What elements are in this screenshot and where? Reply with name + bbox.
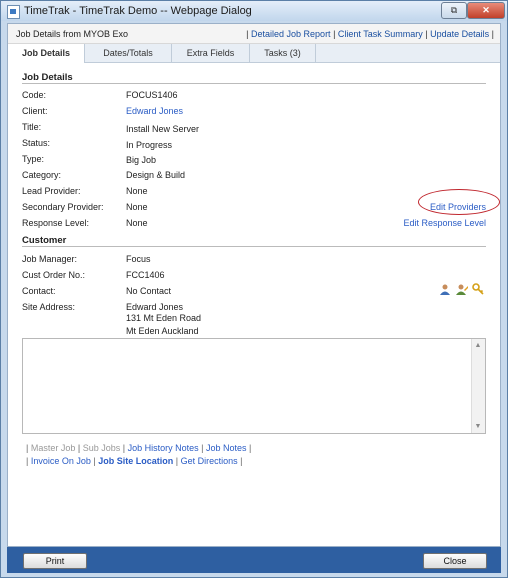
dialog-content: Job Details from MYOB Exo | Detailed Job… [7,23,501,547]
header-title: Job Details from MYOB Exo [16,29,129,39]
print-button[interactable]: Print [23,553,87,569]
window-title: TimeTrak - TimeTrak Demo -- Webpage Dial… [24,5,252,17]
title-label: Title: [22,122,42,132]
header-bar: Job Details from MYOB Exo | Detailed Job… [8,24,500,44]
scroll-down-icon[interactable]: ▼ [474,423,482,431]
footer-bar: Print Close [7,547,501,573]
divider [22,83,486,84]
edit-contact-icon[interactable] [455,283,468,295]
type-value: Big Job [126,155,157,165]
update-details-link[interactable]: Update Details [430,29,489,39]
client-task-summary-link[interactable]: Client Task Summary [338,29,423,39]
edit-response-level-link[interactable]: Edit Response Level [403,218,486,228]
title-bar: TimeTrak - TimeTrak Demo -- Webpage Dial… [1,1,507,21]
status-value: In Progress [126,140,173,150]
lead-provider-label: Lead Provider: [22,186,81,196]
notes-textarea[interactable]: ▲ ▼ [22,338,486,434]
response-level-label: Response Level: [22,218,90,228]
nav-links-row-2: | Invoice On Job | Job Site Location | G… [26,456,243,466]
master-job-link: Master Job [30,443,76,453]
tab-bar: Job Details Dates/Totals Extra Fields Ta… [8,44,500,63]
site-address-line-3: Mt Eden Auckland [126,326,199,336]
key-contact-icon[interactable] [472,283,484,295]
scroll-up-icon[interactable]: ▲ [474,342,482,350]
highlight-circle [418,189,500,215]
header-links: | Detailed Job Report | Client Task Summ… [246,29,494,39]
cust-order-label: Cust Order No.: [22,270,86,280]
job-manager-value: Focus [126,254,151,264]
tab-job-details[interactable]: Job Details [8,44,85,63]
invoice-on-job-link[interactable]: Invoice On Job [31,456,91,466]
sub-jobs-link: Sub Jobs [82,443,121,453]
secondary-provider-value: None [126,202,148,212]
detailed-job-report-link[interactable]: Detailed Job Report [251,29,331,39]
close-button[interactable]: Close [423,553,487,569]
job-manager-label: Job Manager: [22,254,78,264]
category-label: Category: [22,170,62,180]
response-level-value: None [126,218,148,228]
lead-provider-value: None [126,186,148,196]
job-notes-link[interactable]: Job Notes [206,443,247,453]
secondary-provider-label: Secondary Provider: [22,202,104,212]
restore-button[interactable]: ⧉ [441,2,467,19]
site-address-line-2: 131 Mt Eden Road [126,313,202,323]
client-label: Client: [22,106,48,116]
status-label: Status: [22,138,51,148]
customer-heading: Customer [22,235,67,246]
contact-label: Contact: [22,286,56,296]
divider [22,246,486,247]
tab-dates-totals[interactable]: Dates/Totals [85,44,172,62]
get-directions-link[interactable]: Get Directions [181,456,238,466]
title-value: Install New Server [126,124,200,134]
client-link[interactable]: Edward Jones [126,106,183,116]
add-contact-icon[interactable] [439,283,451,295]
site-address-line-1: Edward Jones [126,302,184,312]
type-label: Type: [22,154,45,164]
job-details-heading: Job Details [22,72,73,83]
app-icon [7,5,20,19]
tab-extra-fields[interactable]: Extra Fields [172,44,250,62]
cust-order-value: FCC1406 [126,270,165,280]
dialog-window: TimeTrak - TimeTrak Demo -- Webpage Dial… [0,0,508,578]
notes-scrollbar[interactable]: ▲ ▼ [471,339,485,433]
code-label: Code: [22,90,47,100]
category-value: Design & Build [126,170,186,180]
job-site-location-link[interactable]: Job Site Location [98,456,173,466]
contact-value: No Contact [126,286,172,296]
close-window-button[interactable]: ✕ [467,2,505,19]
code-value: FOCUS1406 [126,90,178,100]
tab-tasks[interactable]: Tasks (3) [250,44,316,62]
job-history-notes-link[interactable]: Job History Notes [128,443,199,453]
nav-links-row-1: | Master Job | Sub Jobs | Job History No… [26,443,252,453]
contact-icons [439,283,486,297]
site-address-label: Site Address: [22,302,76,312]
